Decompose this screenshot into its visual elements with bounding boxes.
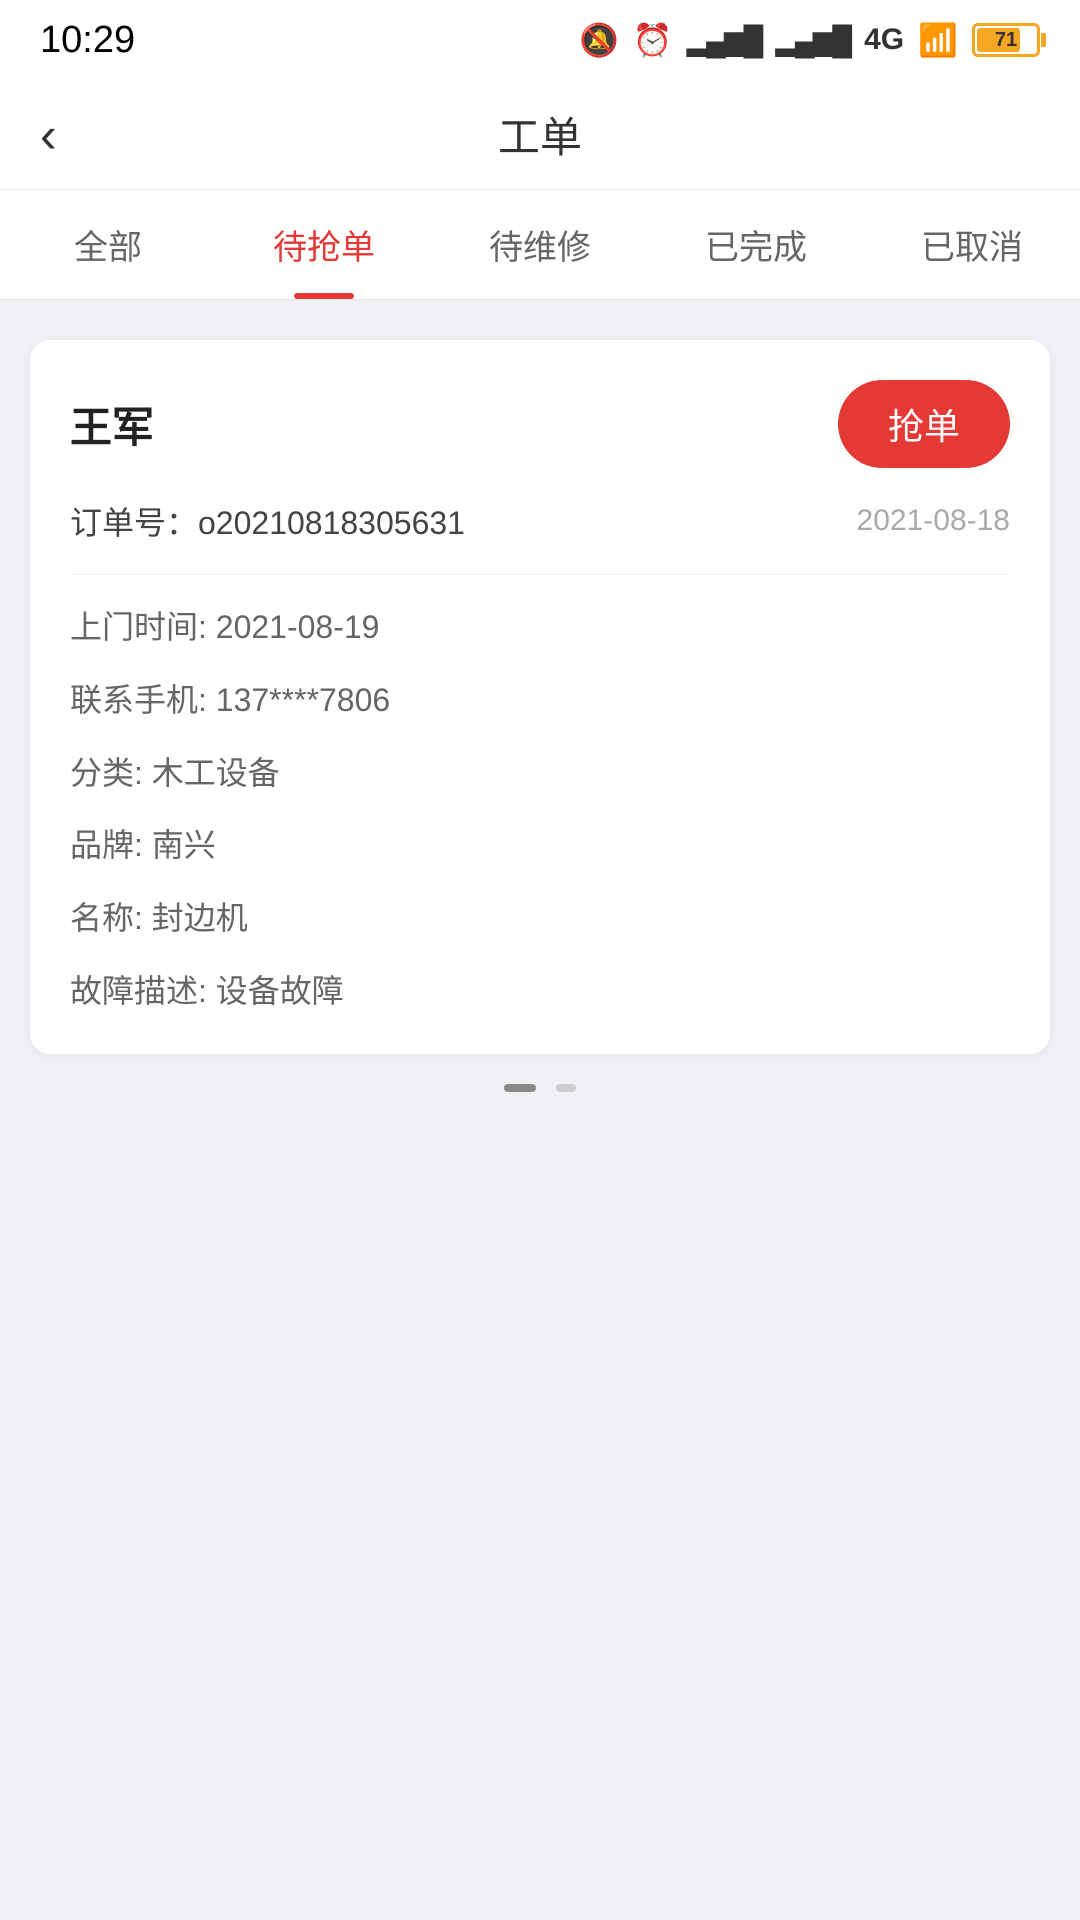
mute-icon: 🔕 [579, 21, 619, 59]
content-area: 王军 抢单 订单号：o20210818305631 2021-08-18 上门时… [0, 300, 1080, 1920]
page-title: 工单 [498, 104, 582, 165]
customer-name: 王军 [70, 394, 154, 455]
tab-pending-repair[interactable]: 待维修 [432, 190, 648, 299]
tab-pending-grab[interactable]: 待抢单 [216, 190, 432, 299]
alarm-icon: ⏰ [633, 21, 673, 59]
header: ‹ 工单 [0, 80, 1080, 190]
order-meta: 订单号：o20210818305631 2021-08-18 [70, 498, 1010, 575]
order-date: 2021-08-18 [857, 504, 1010, 538]
wifi-icon: 📶 [918, 21, 958, 59]
tab-cancelled[interactable]: 已取消 [864, 190, 1080, 299]
order-details: 上门时间: 2021-08-19 联系手机: 137****7806 分类: 木… [70, 605, 1010, 1014]
network-icon: 4G [864, 23, 904, 57]
category: 分类: 木工设备 [70, 751, 1010, 796]
signal-icon-2: ▂▄▆█ [775, 24, 850, 57]
visit-time: 上门时间: 2021-08-19 [70, 605, 1010, 650]
back-button[interactable]: ‹ [40, 110, 57, 160]
status-bar: 10:29 🔕 ⏰ ▂▄▆█ ▂▄▆█ 4G 📶 71 [0, 0, 1080, 80]
brand: 品牌: 南兴 [70, 823, 1010, 868]
dot-2 [556, 1084, 576, 1092]
phone: 联系手机: 137****7806 [70, 678, 1010, 723]
fault-desc: 故障描述: 设备故障 [70, 969, 1010, 1014]
dot-1 [504, 1084, 536, 1092]
tab-all[interactable]: 全部 [0, 190, 216, 299]
product-name: 名称: 封边机 [70, 896, 1010, 941]
work-order-card: 王军 抢单 订单号：o20210818305631 2021-08-18 上门时… [30, 340, 1050, 1054]
order-number: 订单号：o20210818305631 [70, 498, 465, 544]
card-header: 王军 抢单 [70, 380, 1010, 468]
tab-completed[interactable]: 已完成 [648, 190, 864, 299]
status-icons: 🔕 ⏰ ▂▄▆█ ▂▄▆█ 4G 📶 71 [579, 21, 1040, 59]
signal-icon: ▂▄▆█ [687, 24, 762, 57]
tab-bar: 全部 待抢单 待维修 已完成 已取消 [0, 190, 1080, 300]
battery-icon: 71 [972, 23, 1040, 57]
grab-button[interactable]: 抢单 [838, 380, 1010, 468]
pagination [30, 1084, 1050, 1092]
status-time: 10:29 [40, 19, 135, 62]
